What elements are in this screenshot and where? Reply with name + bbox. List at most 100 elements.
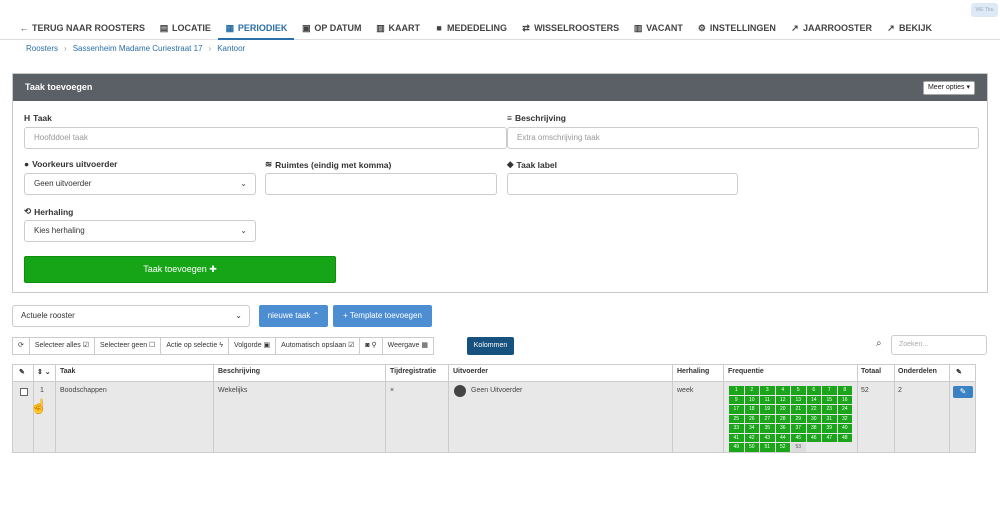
frequency-week-cell[interactable]: 52 xyxy=(775,443,790,452)
frequency-week-cell[interactable]: 29 xyxy=(791,414,806,423)
frequency-week-cell[interactable]: 27 xyxy=(760,414,775,423)
frequency-week-cell[interactable]: 8 xyxy=(837,386,852,395)
frequency-week-cell[interactable]: 16 xyxy=(837,395,852,404)
frequency-week-cell[interactable]: 10 xyxy=(744,395,759,404)
edit-row-button[interactable]: ✎ xyxy=(953,386,973,398)
frequency-week-cell[interactable]: 3 xyxy=(760,386,775,395)
rooster-select[interactable]: Actuele rooster ⌄ xyxy=(12,305,250,327)
frequency-week-cell[interactable]: 19 xyxy=(760,405,775,414)
frequency-week-cell[interactable]: 5 xyxy=(791,386,806,395)
breadcrumb-roosters[interactable]: Roosters xyxy=(26,44,58,53)
frequency-week-cell[interactable]: 45 xyxy=(791,433,806,442)
executor-header[interactable]: Uitvoerder xyxy=(453,368,488,375)
task-cell[interactable]: Boodschappen xyxy=(60,387,107,394)
breadcrumb-kantoor[interactable]: Kantoor xyxy=(217,44,245,53)
frequency-week-cell[interactable]: 30 xyxy=(806,414,821,423)
nav-mededeling[interactable]: ■ MEDEDELING xyxy=(427,21,514,35)
frequency-week-cell[interactable]: 14 xyxy=(806,395,821,404)
auto-save-button[interactable]: Automatisch opslaan ☑ xyxy=(275,337,361,355)
frequency-week-cell[interactable]: 11 xyxy=(760,395,775,404)
frequency-week-cell[interactable]: 46 xyxy=(806,433,821,442)
more-options-button[interactable]: Meer opties ▾ xyxy=(922,81,975,95)
search-input[interactable]: Zoeken... xyxy=(891,335,987,355)
frequency-week-cell[interactable]: 25 xyxy=(729,414,744,423)
frequency-week-cell[interactable]: 48 xyxy=(837,433,852,442)
frequency-week-cell[interactable]: 47 xyxy=(822,433,837,442)
frequency-week-cell[interactable]: 41 xyxy=(729,433,744,442)
nav-kaart[interactable]: ▥ KAART xyxy=(369,21,428,35)
frequency-week-cell[interactable]: 49 xyxy=(729,443,744,452)
frequency-week-cell[interactable]: 9 xyxy=(729,395,744,404)
voorkeur-select[interactable]: Geen uitvoerder ⌄ xyxy=(24,173,256,195)
frequency-header[interactable]: Frequentie xyxy=(728,368,764,375)
nav-op-datum[interactable]: ▣ OP DATUM xyxy=(294,21,368,35)
new-task-button[interactable]: nieuwe taak ⌃ xyxy=(259,305,328,327)
frequency-week-cell[interactable]: 50 xyxy=(744,443,759,452)
description-header[interactable]: Beschrijving xyxy=(218,368,260,375)
frequency-week-cell[interactable]: 1 xyxy=(729,386,744,395)
frequency-week-cell[interactable]: 15 xyxy=(822,395,837,404)
frequency-week-cell[interactable]: 37 xyxy=(791,424,806,433)
add-task-button[interactable]: Taak toevoegen ✚ xyxy=(24,256,336,283)
add-template-button[interactable]: + Template toevoegen xyxy=(333,305,432,327)
frequency-week-cell[interactable]: 53 xyxy=(791,443,806,452)
row-checkbox[interactable] xyxy=(20,388,28,396)
camera-search-button[interactable]: ◙ ⚲ xyxy=(359,337,383,355)
nav-periodiek[interactable]: ▦ PERIODIEK xyxy=(217,21,295,40)
frequency-week-cell[interactable]: 40 xyxy=(837,424,852,433)
tag-input[interactable] xyxy=(507,173,738,195)
frequency-week-cell[interactable]: 26 xyxy=(744,414,759,423)
frequency-week-cell[interactable]: 36 xyxy=(775,424,790,433)
frequency-week-cell[interactable]: 43 xyxy=(760,433,775,442)
select-all-button[interactable]: Selecteer alles ☑ xyxy=(28,337,96,355)
frequency-week-cell[interactable]: 35 xyxy=(760,424,775,433)
breadcrumb-location[interactable]: Sassenheim Madame Curiestraat 17 xyxy=(73,44,203,53)
taak-input[interactable]: Hoofddoel taak xyxy=(24,127,507,149)
nav-instellingen[interactable]: ⚙ INSTELLINGEN xyxy=(690,21,783,35)
frequency-week-cell[interactable]: 2 xyxy=(744,386,759,395)
nav-bekijk[interactable]: ↗ BEKIJK xyxy=(879,21,939,35)
select-none-button[interactable]: Selecteer geen ☐ xyxy=(94,337,162,355)
executor-cell[interactable]: Geen Uitvoerder xyxy=(471,387,522,394)
frequency-week-cell[interactable]: 28 xyxy=(775,414,790,423)
frequency-week-cell[interactable]: 7 xyxy=(822,386,837,395)
time-registration-cell[interactable]: × xyxy=(390,387,394,394)
repeat-header[interactable]: Herhaling xyxy=(677,368,709,375)
frequency-week-cell[interactable]: 33 xyxy=(729,424,744,433)
frequency-week-cell[interactable]: 12 xyxy=(775,395,790,404)
task-header[interactable]: Taak xyxy=(60,368,75,375)
nav-wisselroosters[interactable]: ⇄ WISSELROOSTERS xyxy=(514,21,626,35)
parts-header[interactable]: Onderdelen xyxy=(898,368,937,375)
frequency-week-cell[interactable]: 17 xyxy=(729,405,744,414)
nav-vacant[interactable]: ▥ VACANT xyxy=(626,21,690,35)
frequency-week-cell[interactable]: 21 xyxy=(791,405,806,414)
frequency-week-cell[interactable]: 42 xyxy=(744,433,759,442)
frequency-week-cell[interactable]: 39 xyxy=(822,424,837,433)
sort-header-icon[interactable]: ⇕ ⌄ xyxy=(37,368,51,376)
columns-button[interactable]: Kolommen xyxy=(467,337,514,355)
frequency-week-cell[interactable]: 6 xyxy=(806,386,821,395)
frequency-week-cell[interactable]: 4 xyxy=(775,386,790,395)
total-header[interactable]: Totaal xyxy=(861,368,881,375)
frequency-week-cell[interactable]: 23 xyxy=(822,405,837,414)
frequency-week-cell[interactable]: 51 xyxy=(760,443,775,452)
order-button[interactable]: Volgorde ▣ xyxy=(227,337,277,355)
frequency-week-cell[interactable]: 31 xyxy=(822,414,837,423)
frequency-week-cell[interactable]: 34 xyxy=(744,424,759,433)
action-selection-button[interactable]: Actie op selectie ϟ xyxy=(160,337,229,355)
beschrijving-input[interactable]: Extra omschrijving taak xyxy=(507,127,979,149)
frequency-week-cell[interactable]: 38 xyxy=(806,424,821,433)
herhaling-select[interactable]: Kies herhaling ⌄ xyxy=(24,220,256,242)
nav-locatie[interactable]: ▤ LOCATIE xyxy=(152,21,218,35)
time-registration-header[interactable]: Tijdregistratie xyxy=(390,368,436,375)
refresh-button[interactable]: ⟳ xyxy=(12,337,30,355)
edit-header-icon[interactable]: ✎ xyxy=(19,368,25,376)
frequency-week-cell[interactable]: 22 xyxy=(806,405,821,414)
nav-jaarrooster[interactable]: ↗ JAARROOSTER xyxy=(783,21,879,35)
ruimtes-input[interactable] xyxy=(265,173,497,195)
nav-back-to-roosters[interactable]: ← TERUG NAAR ROOSTERS xyxy=(12,21,152,35)
corner-badge[interactable]: WE Tbu xyxy=(971,3,998,17)
frequency-week-cell[interactable]: 20 xyxy=(775,405,790,414)
frequency-week-cell[interactable]: 44 xyxy=(775,433,790,442)
frequency-week-cell[interactable]: 24 xyxy=(837,405,852,414)
